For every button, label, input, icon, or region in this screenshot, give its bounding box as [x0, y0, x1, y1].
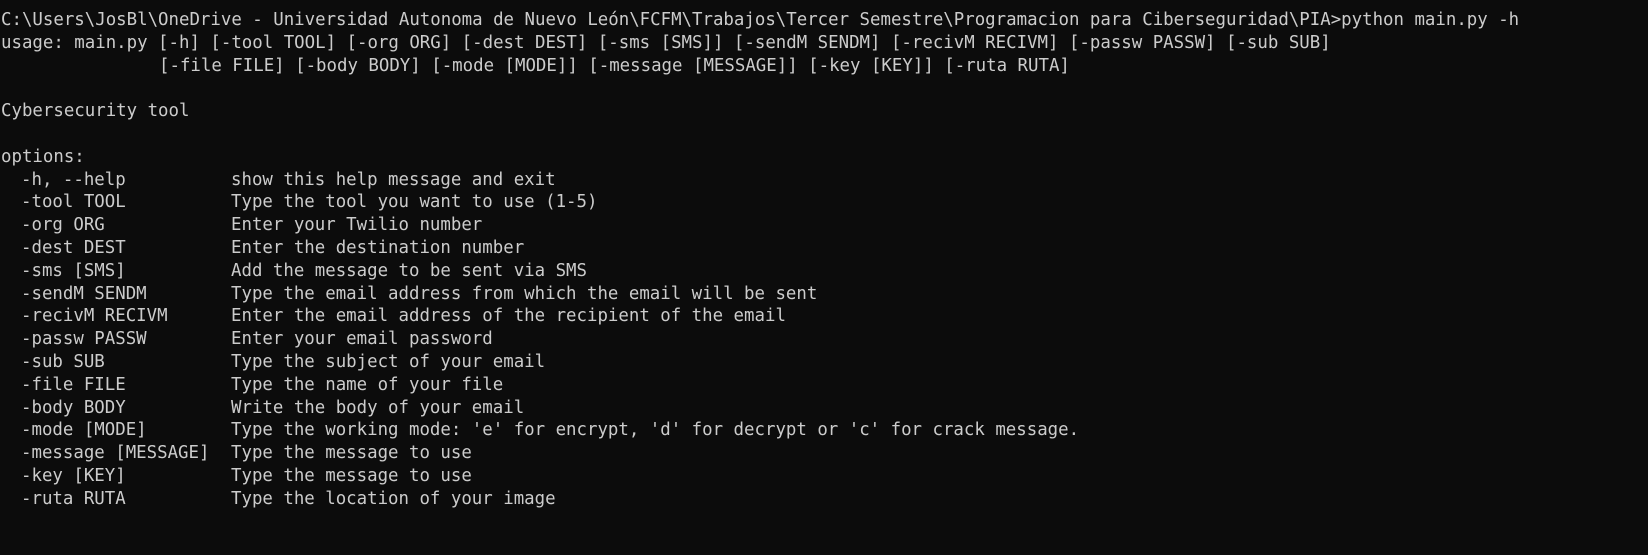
- option-flag: -sub SUB: [21, 351, 105, 372]
- option-flag: -body BODY: [21, 397, 126, 418]
- option-flag: -ruta RUTA: [21, 488, 126, 509]
- option-row-org: -org ORG Enter your Twilio number: [1, 214, 1648, 237]
- option-description: Enter your Twilio number: [231, 215, 483, 236]
- option-description: Type the message to use: [231, 443, 472, 464]
- option-row-message: -message [MESSAGE] Type the message to u…: [1, 442, 1648, 465]
- option-row-key: -key [KEY] Type the message to use: [1, 465, 1648, 488]
- option-flag: -dest DEST: [21, 237, 126, 258]
- option-row-sub: -sub SUB Type the subject of your email: [1, 351, 1648, 374]
- usage-line-continued: [-file FILE] [-body BODY] [-mode [MODE]]…: [159, 55, 1070, 76]
- option-description: Type the email address from which the em…: [231, 283, 818, 304]
- options-header: options:: [1, 146, 85, 167]
- terminal-window[interactable]: C:\Users\JosBl\OneDrive - Universidad Au…: [0, 0, 1648, 555]
- option-row-body: -body BODY Write the body of your email: [1, 397, 1648, 420]
- option-row-ruta: -ruta RUTA Type the location of your ima…: [1, 488, 1648, 511]
- option-description: show this help message and exit: [231, 169, 556, 190]
- option-description: Enter the destination number: [231, 237, 525, 258]
- option-row-mode: -mode [MODE] Type the working mode: 'e' …: [1, 419, 1648, 442]
- option-row-sendm: -sendM SENDM Type the email address from…: [1, 283, 1648, 306]
- option-flag: -file FILE: [21, 374, 126, 395]
- option-row-dest: -dest DEST Enter the destination number: [1, 237, 1648, 260]
- option-description: Type the working mode: 'e' for encrypt, …: [231, 420, 1080, 441]
- option-flag: -passw PASSW: [21, 329, 147, 350]
- option-description: Write the body of your email: [231, 397, 525, 418]
- option-flag: -sendM SENDM: [21, 283, 147, 304]
- option-flag: -org ORG: [21, 215, 105, 236]
- option-description: Enter the email address of the recipient…: [231, 306, 786, 327]
- option-flag: -message [MESSAGE]: [21, 443, 210, 464]
- option-row-tool: -tool TOOL Type the tool you want to use…: [1, 191, 1648, 214]
- option-flag: -h, --help: [21, 169, 126, 190]
- option-description: Type the location of your image: [231, 488, 556, 509]
- program-description: Cybersecurity tool: [1, 101, 190, 122]
- option-flag: -recivM RECIVM: [21, 306, 168, 327]
- option-flag: -tool TOOL: [21, 192, 126, 213]
- option-row-recivm: -recivM RECIVM Enter the email address o…: [1, 305, 1648, 328]
- option-description: Type the tool you want to use (1-5): [231, 192, 598, 213]
- option-description: Type the subject of your email: [231, 351, 546, 372]
- option-row-passw: -passw PASSW Enter your email password: [1, 328, 1648, 351]
- option-flag: -key [KEY]: [21, 465, 126, 486]
- usage-line: usage: main.py [-h] [-tool TOOL] [-org O…: [1, 32, 1331, 53]
- option-row-sms: -sms [SMS] Add the message to be sent vi…: [1, 260, 1648, 283]
- prompt-command-line: C:\Users\JosBl\OneDrive - Universidad Au…: [1, 10, 1520, 30]
- option-flag: -mode [MODE]: [21, 420, 147, 441]
- option-description: Add the message to be sent via SMS: [231, 260, 587, 281]
- option-row-file: -file FILE Type the name of your file: [1, 374, 1648, 397]
- option-description: Type the name of your file: [231, 374, 504, 395]
- option-description: Enter your email password: [231, 329, 493, 350]
- option-row-help: -h, --help show this help message and ex…: [1, 169, 1648, 192]
- option-flag: -sms [SMS]: [21, 260, 126, 281]
- option-description: Type the message to use: [231, 465, 472, 486]
